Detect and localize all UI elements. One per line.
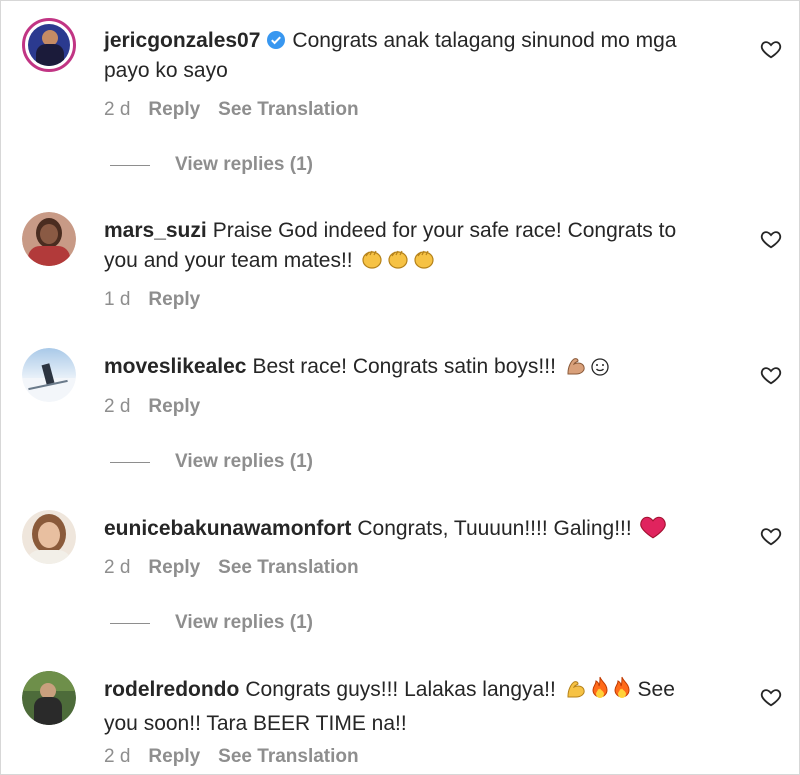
- comment-meta: 2 d Reply See Translation: [104, 746, 377, 768]
- comment-time: 2 d: [104, 99, 131, 120]
- like-heart-icon[interactable]: [760, 228, 782, 250]
- view-replies-button[interactable]: View replies (1): [175, 612, 313, 634]
- comment-time: 1 d: [104, 289, 131, 310]
- avatar[interactable]: [22, 18, 76, 72]
- reply-button[interactable]: Reply: [148, 557, 200, 578]
- see-translation-button[interactable]: See Translation: [218, 557, 358, 578]
- comment-meta: 2 d Reply See Translation: [104, 557, 377, 579]
- replies-divider: [110, 462, 150, 463]
- comment-time: 2 d: [104, 746, 131, 767]
- view-replies-button[interactable]: View replies (1): [175, 451, 313, 473]
- comment-username[interactable]: eunicebakunawamonfort: [104, 517, 351, 540]
- comment-meta: 1 d Reply: [104, 289, 218, 311]
- clapping-hands-icon: [412, 247, 436, 280]
- comment-username[interactable]: moveslikealec: [104, 355, 246, 378]
- comment-time: 2 d: [104, 557, 131, 578]
- comment-body: jericgonzales07 Congrats anak talagang si…: [104, 26, 714, 86]
- see-translation-button[interactable]: See Translation: [218, 99, 358, 120]
- flexed-biceps-icon: [564, 353, 588, 386]
- reply-button[interactable]: Reply: [148, 746, 200, 767]
- clapping-hands-icon: [386, 247, 410, 280]
- comment-body: moveslikealec Best race! Congrats satin b…: [104, 352, 714, 386]
- smiling-face-icon: [590, 356, 610, 386]
- avatar[interactable]: [22, 212, 76, 266]
- reply-button[interactable]: Reply: [148, 396, 200, 417]
- view-replies-button[interactable]: View replies (1): [175, 154, 313, 176]
- like-heart-icon[interactable]: [760, 525, 782, 547]
- comment-body: eunicebakunawamonfort Congrats, Tuuuun!!!…: [104, 514, 714, 548]
- avatar[interactable]: [22, 671, 76, 725]
- fire-icon: [590, 676, 610, 709]
- see-translation-button[interactable]: See Translation: [218, 746, 358, 767]
- comment-username[interactable]: rodelredondo: [104, 678, 239, 701]
- comment-text: Congrats, Tuuuun!!!! Galing!!!: [357, 517, 632, 540]
- flexed-biceps-icon: [564, 676, 588, 709]
- like-heart-icon[interactable]: [760, 38, 782, 60]
- verified-badge-icon: [267, 31, 286, 49]
- comment-time: 2 d: [104, 396, 131, 417]
- reply-button[interactable]: Reply: [148, 99, 200, 120]
- red-heart-icon: [639, 515, 666, 548]
- avatar[interactable]: [22, 510, 76, 564]
- fire-icon: [612, 676, 632, 709]
- comment-username[interactable]: mars_suzi: [104, 219, 207, 242]
- replies-divider: [110, 623, 150, 624]
- replies-divider: [110, 165, 150, 166]
- clapping-hands-icon: [360, 247, 384, 280]
- comment-meta: 2 d Reply See Translation: [104, 99, 377, 121]
- comment-text: Best race! Congrats satin boys!!!: [252, 355, 556, 378]
- comment-text: Congrats guys!!! Lalakas langya!!: [245, 678, 556, 701]
- comment-meta: 2 d Reply: [104, 396, 218, 418]
- like-heart-icon[interactable]: [760, 686, 782, 708]
- avatar[interactable]: [22, 348, 76, 402]
- comment-username[interactable]: jericgonzales07: [104, 29, 260, 52]
- reply-button[interactable]: Reply: [148, 289, 200, 310]
- comment-body: mars_suzi Praise God indeed for your safe…: [104, 216, 714, 280]
- like-heart-icon[interactable]: [760, 364, 782, 386]
- comment-body: rodelredondo Congrats guys!!! Lalakas lan…: [104, 675, 714, 739]
